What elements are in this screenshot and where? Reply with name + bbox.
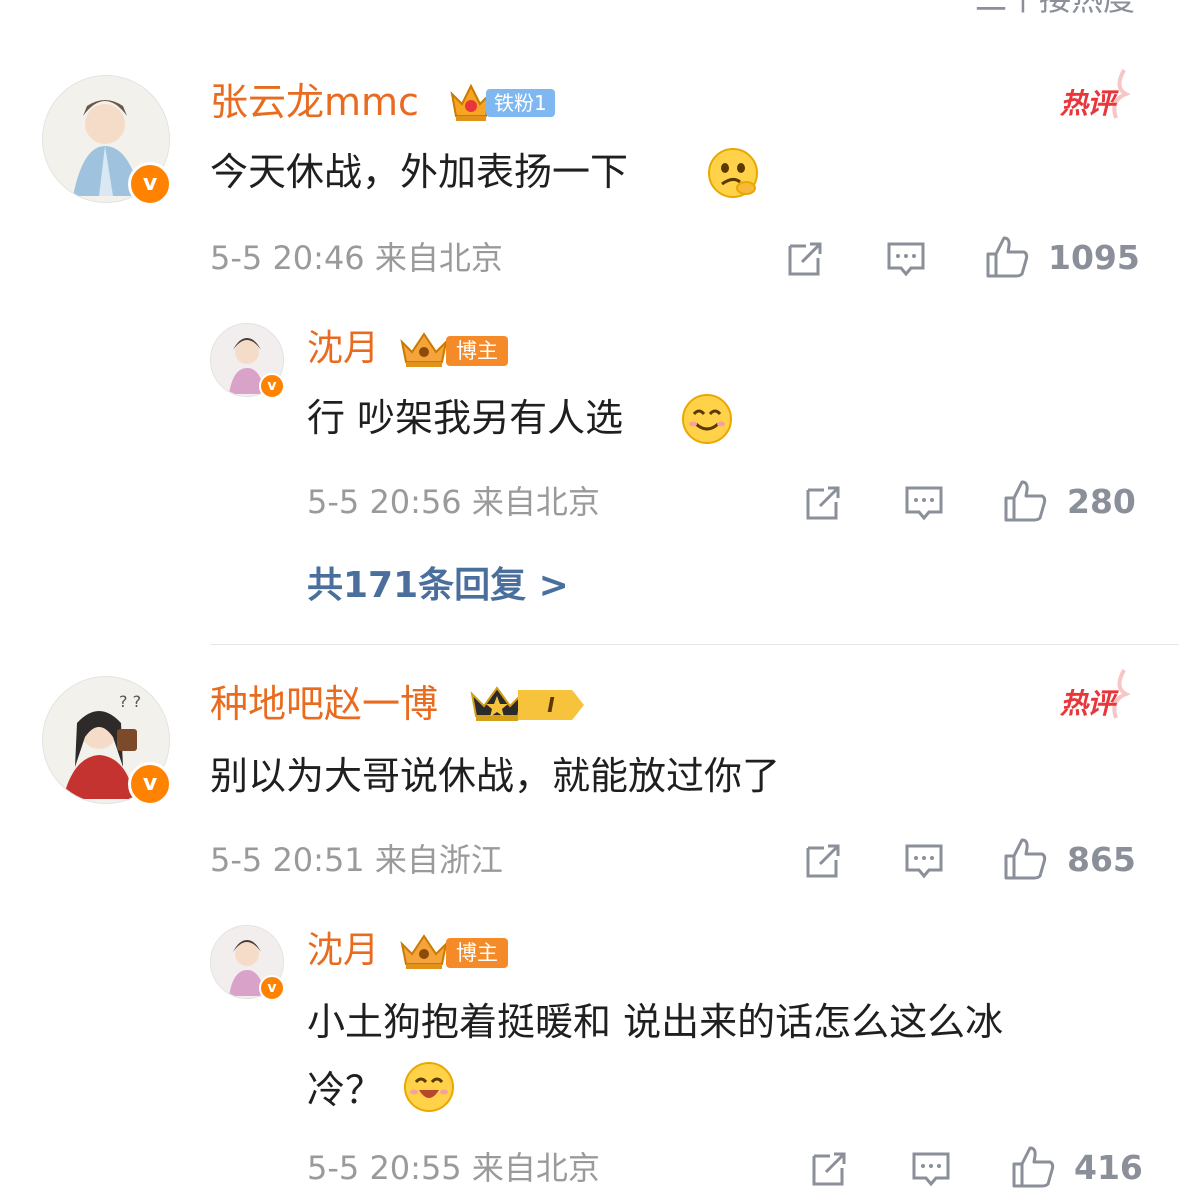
happy-emoji-icon <box>402 1060 456 1114</box>
fan-badge: 铁粉1 <box>486 89 555 117</box>
hot-comment-badge: 热评 <box>1060 668 1140 724</box>
reply-text-line: 冷？ <box>307 1068 384 1112</box>
comment-username[interactable]: 种地吧赵一博 <box>210 682 438 726</box>
comment-icon[interactable] <box>903 482 945 524</box>
comment-meta: 5-5 20:51 来自浙江 <box>210 840 503 880</box>
reply-date: 5-5 20:56 <box>307 483 462 521</box>
comment-username[interactable]: 张云龙mmc <box>210 80 419 124</box>
reply-text: 行 吵架我另有人选 <box>307 396 624 440</box>
like-icon[interactable] <box>1002 478 1048 524</box>
verified-icon: v <box>259 373 285 399</box>
reply-meta: 5-5 20:56 来自北京 <box>307 482 600 522</box>
comment-icon[interactable] <box>910 1148 952 1190</box>
reply-location: 来自北京 <box>471 483 600 521</box>
share-icon[interactable] <box>784 238 826 280</box>
level-badge: I <box>518 690 584 720</box>
like-count: 280 <box>1067 482 1136 521</box>
verified-icon: v <box>128 762 172 806</box>
blogger-badge: 博主 <box>446 938 508 968</box>
comment-icon[interactable] <box>885 238 927 280</box>
comment-meta: 5-5 20:46 来自北京 <box>210 238 503 278</box>
view-all-replies-link[interactable]: 共171条回复 > <box>307 564 569 608</box>
svg-text:? ?: ? ? <box>119 692 141 711</box>
comment-location: 来自北京 <box>374 239 503 277</box>
like-count: 1095 <box>1048 238 1140 277</box>
crown-icon <box>398 330 450 370</box>
hot-label: 热评 <box>1060 87 1115 120</box>
comment-date: 5-5 20:46 <box>210 239 365 277</box>
like-icon[interactable] <box>984 234 1030 280</box>
reply-location: 来自北京 <box>471 1149 600 1187</box>
reply-date: 5-5 20:55 <box>307 1149 462 1187</box>
share-icon[interactable] <box>802 482 844 524</box>
reply-meta: 5-5 20:55 来自北京 <box>307 1148 600 1188</box>
thinking-emoji-icon <box>706 146 760 200</box>
comment-location: 来自浙江 <box>374 841 503 879</box>
comment-item: ? ? v 种地吧赵一博 I 热评 别以为大哥说休战，就能放过你了 5-5 20… <box>0 660 1179 1188</box>
hot-label: 热评 <box>1060 687 1115 720</box>
crown-icon <box>398 932 450 972</box>
like-count: 865 <box>1067 840 1136 879</box>
comment-text: 别以为大哥说休战，就能放过你了 <box>210 754 781 798</box>
reply-username[interactable]: 沈月 <box>307 328 379 370</box>
like-icon[interactable] <box>1002 836 1048 882</box>
share-icon[interactable] <box>802 840 844 882</box>
verified-icon: v <box>128 162 172 206</box>
comment-text: 今天休战，外加表扬一下 <box>210 150 629 194</box>
blogger-badge: 博主 <box>446 336 508 366</box>
smile-emoji-icon <box>680 392 734 446</box>
comment-item: v 张云龙mmc 铁粉1 热评 今天休战，外加表扬一下 5-5 20:46 来自… <box>0 60 1179 640</box>
share-icon[interactable] <box>808 1148 850 1190</box>
comment-date: 5-5 20:51 <box>210 841 365 879</box>
reply-text-line: 小土狗抱着挺暖和 说出来的话怎么这么冰 <box>307 1000 1004 1044</box>
divider <box>210 644 1179 645</box>
hot-comment-badge: 热评 <box>1060 68 1140 124</box>
like-count: 416 <box>1074 1148 1143 1187</box>
comment-icon[interactable] <box>903 840 945 882</box>
verified-icon: v <box>259 975 285 1001</box>
like-icon[interactable] <box>1010 1144 1056 1190</box>
top-partial-text: 二个接热度 <box>975 0 1135 20</box>
reply-username[interactable]: 沈月 <box>307 930 379 972</box>
crown-icon <box>468 684 526 724</box>
